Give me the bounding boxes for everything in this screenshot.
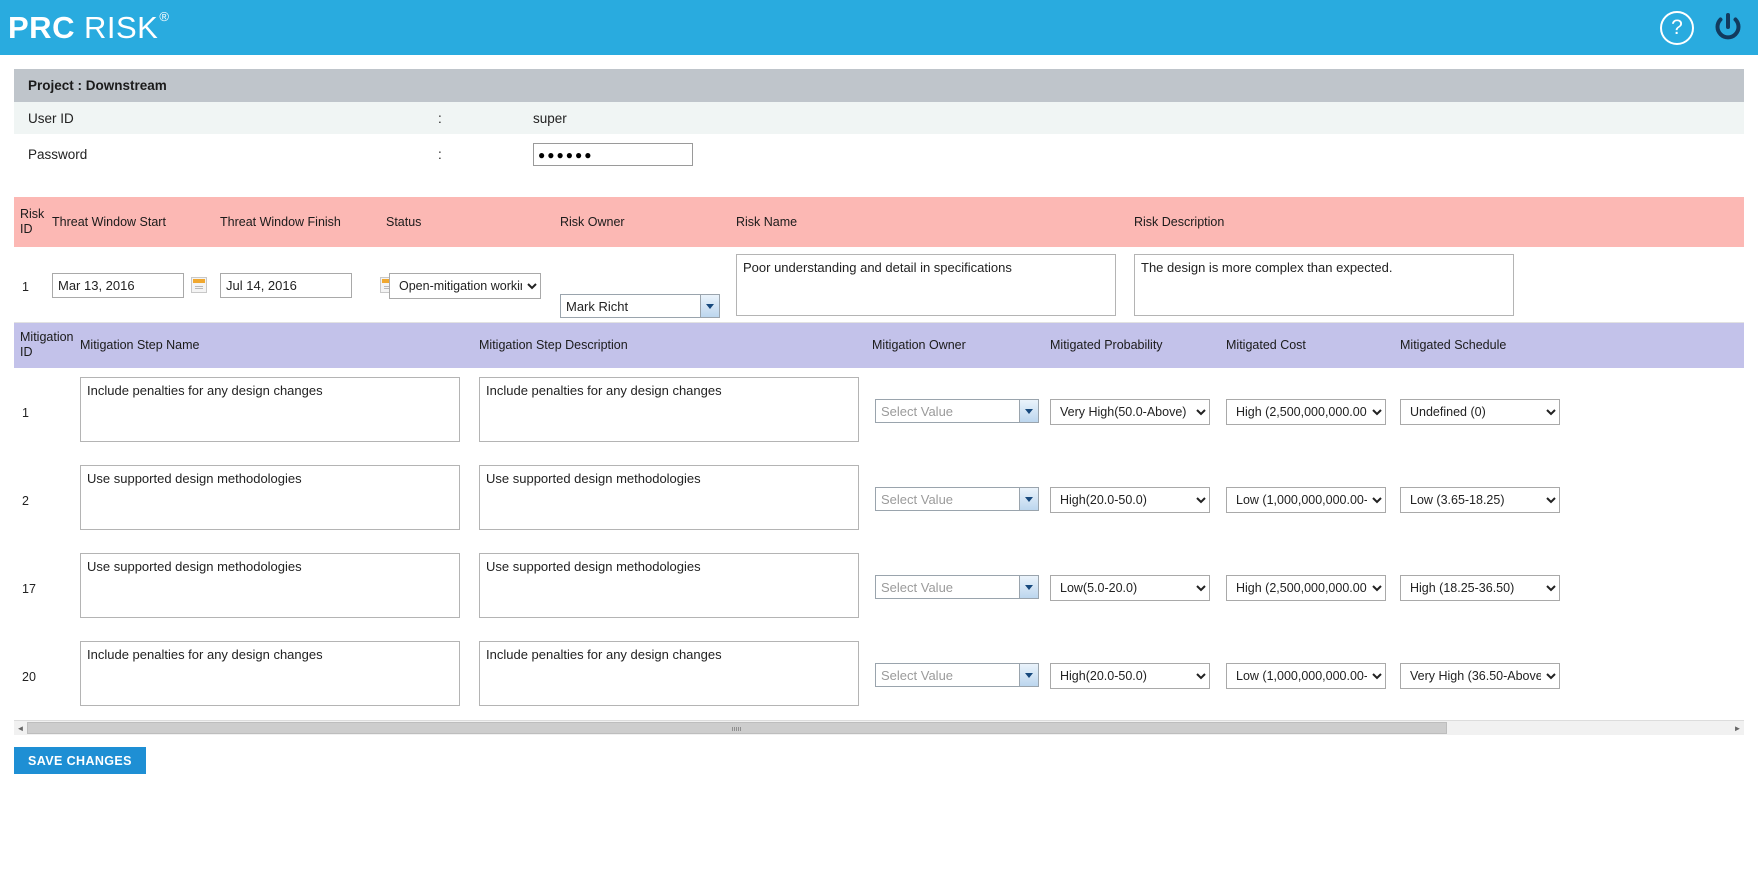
- threat-window-start-input[interactable]: [52, 273, 184, 298]
- mitigation-step-description-textarea[interactable]: Include penalties for any design changes: [479, 377, 859, 442]
- scroll-left-arrow-icon[interactable]: ◄: [14, 724, 27, 733]
- scrollbar-track[interactable]: [27, 721, 1731, 736]
- mitigation-step-description-textarea[interactable]: Use supported design methodologies: [479, 553, 859, 618]
- chevron-down-icon-mitigation-owner: [1019, 664, 1038, 686]
- mitigation-owner-value: Select Value: [881, 667, 954, 683]
- mitigation-step-description-textarea[interactable]: Use supported design methodologies: [479, 465, 859, 530]
- mitigation-row-id: 2: [22, 494, 29, 508]
- mitigation-row: 2 Use supported design methodologies Use…: [14, 456, 1744, 544]
- mitigation-header-schedule: Mitigated Schedule: [1400, 338, 1507, 352]
- scrollbar-thumb[interactable]: [27, 721, 1447, 734]
- mitigated-schedule-select[interactable]: Very High (36.50-Above): [1400, 663, 1560, 689]
- risk-owner-select[interactable]: Mark Richt: [560, 294, 720, 318]
- mitigation-table-body: 1 Include penalties for any design chang…: [14, 368, 1744, 720]
- mitigation-header-id: Mitigation ID: [20, 330, 74, 360]
- risk-header-risk-id-line1: Risk: [20, 207, 45, 221]
- mitigated-probability-select[interactable]: High(20.0-50.0): [1050, 663, 1210, 689]
- mitigation-header-id-line1: Mitigation: [20, 330, 74, 344]
- calendar-icon-start[interactable]: [191, 277, 207, 293]
- mitigated-cost-select[interactable]: High (2,500,000,000.00-10: [1226, 575, 1386, 601]
- mitigation-row: 1 Include penalties for any design chang…: [14, 368, 1744, 456]
- chevron-down-icon-mitigation-owner: [1019, 488, 1038, 510]
- mitigated-probability-select[interactable]: Low(5.0-20.0): [1050, 575, 1210, 601]
- scroll-right-arrow-icon[interactable]: ►: [1731, 724, 1744, 733]
- mitigation-header-cost: Mitigated Cost: [1226, 338, 1306, 352]
- user-id-value: super: [533, 110, 567, 126]
- risk-name-textarea[interactable]: Poor understanding and detail in specifi…: [736, 254, 1116, 316]
- password-row: Password :: [14, 135, 1744, 175]
- threat-window-finish-input[interactable]: [220, 273, 352, 298]
- user-id-row: User ID : super: [14, 102, 1744, 135]
- password-colon: :: [438, 147, 442, 162]
- power-icon[interactable]: [1712, 12, 1744, 44]
- mitigation-header-owner: Mitigation Owner: [872, 338, 966, 352]
- mitigation-step-name-textarea[interactable]: Use supported design methodologies: [80, 553, 460, 618]
- mitigation-owner-value: Select Value: [881, 579, 954, 595]
- help-question-glyph: ?: [1671, 15, 1683, 39]
- credentials-section: User ID : super Password :: [14, 102, 1744, 175]
- mitigated-cost-select[interactable]: High (2,500,000,000.00-10: [1226, 399, 1386, 425]
- app-logo: PRC RISK ®: [8, 9, 170, 45]
- mitigation-header-step-description: Mitigation Step Description: [479, 338, 628, 352]
- horizontal-scrollbar[interactable]: ◄ ►: [14, 720, 1744, 735]
- mitigation-header-id-line2: ID: [20, 345, 33, 359]
- user-id-label: User ID: [28, 110, 74, 126]
- mitigation-row: 20 Include penalties for any design chan…: [14, 632, 1744, 720]
- risk-table-header: Risk ID Threat Window Start Threat Windo…: [14, 197, 1744, 247]
- mitigation-step-name-textarea[interactable]: Include penalties for any design changes: [80, 377, 460, 442]
- user-id-colon: :: [438, 110, 442, 126]
- password-field[interactable]: [533, 143, 693, 166]
- mitigation-row-id: 20: [22, 670, 36, 684]
- mitigation-owner-value: Select Value: [881, 491, 954, 507]
- mitigation-step-name-textarea[interactable]: Use supported design methodologies: [80, 465, 460, 530]
- mitigated-schedule-select[interactable]: High (18.25-36.50): [1400, 575, 1560, 601]
- risk-table-row: 1 Open-mitigation working Mark Richt Poo…: [14, 247, 1744, 323]
- save-changes-button[interactable]: SAVE CHANGES: [14, 747, 146, 774]
- footer-actions: SAVE CHANGES: [14, 747, 1744, 774]
- chevron-down-icon-mitigation-owner: [1019, 576, 1038, 598]
- mitigation-owner-select[interactable]: Select Value: [875, 663, 1039, 687]
- logo-text-risk: RISK: [83, 10, 159, 45]
- project-title-bar: Project : Downstream: [14, 69, 1744, 102]
- mitigation-step-name-textarea[interactable]: Include penalties for any design changes: [80, 641, 460, 706]
- chevron-down-icon-mitigation-owner: [1019, 400, 1038, 422]
- chevron-down-icon-risk-owner: [700, 295, 719, 317]
- header-actions: ?: [1660, 0, 1744, 55]
- risk-owner-value: Mark Richt: [566, 298, 629, 314]
- mitigated-cost-select[interactable]: Low (1,000,000,000.00-2,5: [1226, 663, 1386, 689]
- risk-header-risk-id: Risk ID: [20, 207, 44, 237]
- mitigated-probability-select[interactable]: Very High(50.0-Above): [1050, 399, 1210, 425]
- mitigation-header-step-name: Mitigation Step Name: [80, 338, 200, 352]
- mitigation-owner-select[interactable]: Select Value: [875, 399, 1039, 423]
- mitigated-probability-select[interactable]: High(20.0-50.0): [1050, 487, 1210, 513]
- help-circle-icon[interactable]: ?: [1660, 10, 1694, 45]
- mitigated-schedule-select[interactable]: Undefined (0): [1400, 399, 1560, 425]
- password-label: Password: [28, 147, 88, 162]
- mitigation-row: 17 Use supported design methodologies Us…: [14, 544, 1744, 632]
- mitigation-step-description-textarea[interactable]: Include penalties for any design changes: [479, 641, 859, 706]
- status-select[interactable]: Open-mitigation working: [389, 273, 541, 299]
- risk-header-risk-id-line2: ID: [20, 222, 33, 236]
- mitigation-table-header: Mitigation ID Mitigation Step Name Mitig…: [14, 323, 1744, 368]
- mitigation-row-id: 1: [22, 406, 29, 420]
- risk-header-risk-name: Risk Name: [736, 215, 798, 229]
- risk-header-threat-start: Threat Window Start: [52, 215, 166, 229]
- page-title: Project : Downstream: [28, 78, 167, 93]
- mitigation-owner-value: Select Value: [881, 403, 954, 419]
- mitigation-owner-select[interactable]: Select Value: [875, 487, 1039, 511]
- risk-header-risk-owner: Risk Owner: [560, 215, 625, 229]
- mitigated-schedule-select[interactable]: Low (3.65-18.25): [1400, 487, 1560, 513]
- logo-registered-mark: ®: [159, 9, 170, 24]
- mitigation-owner-select[interactable]: Select Value: [875, 575, 1039, 599]
- risk-description-textarea[interactable]: The design is more complex than expected…: [1134, 254, 1514, 316]
- risk-header-status: Status: [386, 215, 422, 229]
- mitigation-row-id: 17: [22, 582, 36, 596]
- logo-text-prc: PRC: [8, 10, 75, 45]
- risk-row-id: 1: [22, 280, 29, 294]
- risk-header-risk-description: Risk Description: [1134, 215, 1225, 229]
- mitigation-header-probability: Mitigated Probability: [1050, 338, 1163, 352]
- risk-header-threat-finish: Threat Window Finish: [220, 215, 341, 229]
- mitigated-cost-select[interactable]: Low (1,000,000,000.00-2,5: [1226, 487, 1386, 513]
- app-header: PRC RISK ® ?: [0, 0, 1758, 55]
